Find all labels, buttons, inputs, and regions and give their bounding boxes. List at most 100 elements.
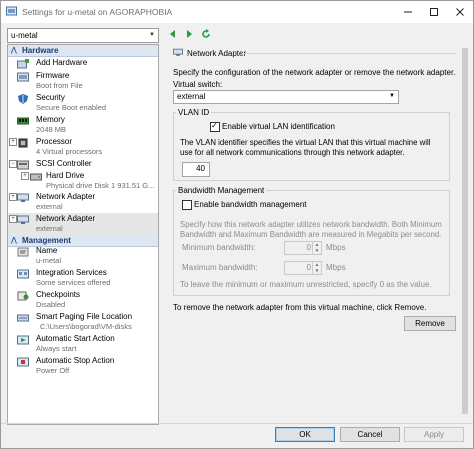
vlan-id-value: 40 [196,164,205,173]
vlan-id-input[interactable]: 40 [182,162,210,177]
sidebar-item-sublabel: external [36,224,63,233]
expand-toggle-icon[interactable]: + [9,215,17,223]
sidebar-item-security[interactable]: Security Secure Boot enabled [8,92,158,114]
network-adapter-panel: Network Adapter Specify the configuratio… [166,44,459,423]
hardware-section-header[interactable]: ⋀ Hardware [8,45,158,57]
sidebar-item-checkpoints[interactable]: Checkpoints Disabled [8,289,158,311]
stop-action-icon [17,357,29,367]
enable-bandwidth-label: Enable bandwidth management [194,200,307,209]
hyperv-settings-icon [6,6,17,16]
expand-toggle-icon[interactable]: + [9,138,17,146]
back-button[interactable] [166,27,180,41]
max-bandwidth-unit: Mbps [326,263,346,272]
sidebar-item-label: Processor [36,137,73,146]
window-title: Settings for u-metal on AGORAPHOBIA [22,7,173,17]
forward-button[interactable] [182,27,196,41]
sidebar-item-sublabel: Always start [36,344,77,353]
remove-button[interactable]: Remove [404,316,456,331]
hard-drive-icon [30,173,42,181]
chevron-down-icon: ▼ [389,93,395,99]
minimize-button[interactable] [395,1,421,23]
processor-icon [18,138,28,148]
sidebar-item-sublabel: Physical drive Disk 1 931.51 G... [46,181,155,190]
right-pane-scrollbar[interactable] [460,44,470,423]
sidebar-item-sublabel: external [36,202,63,211]
apply-button[interactable]: Apply [404,427,464,442]
firmware-icon [17,72,29,82]
sidebar-item-label: SCSI Controller [36,159,92,168]
add-hardware-icon [17,59,29,69]
vlan-legend: VLAN ID [176,108,212,117]
collapse-chevron-icon: ⋀ [11,237,17,244]
refresh-icon [202,29,210,38]
sidebar-item-label: Add Hardware [36,58,88,67]
expand-toggle-icon[interactable]: + [21,172,29,180]
settings-tree: ⋀ Hardware Add Hardware Firmware Boot fr… [7,44,159,425]
vm-selector-value: u-metal [11,31,38,40]
network-adapter-icon [173,48,183,56]
spin-down-icon[interactable]: ▼ [312,248,321,254]
min-bandwidth-value: 0 [306,243,311,252]
max-bandwidth-input[interactable]: 0 ▲ ▼ [284,261,322,275]
max-bandwidth-value: 0 [306,263,311,272]
virtual-switch-select[interactable]: external ▼ [173,90,399,104]
collapse-toggle-icon[interactable]: − [9,160,17,168]
spin-down-icon[interactable]: ▼ [312,268,321,274]
sidebar-item-firmware[interactable]: Firmware Boot from File [8,70,158,92]
sidebar-item-smart-paging[interactable]: Smart Paging File Location C:\Users\bogo… [8,311,158,333]
minimize-icon [404,11,412,13]
close-button[interactable] [447,1,473,23]
vm-selector[interactable]: u-metal ▼ [7,28,159,43]
sidebar-item-name[interactable]: Name u-metal [8,245,158,267]
bandwidth-note: To leave the minimum or maximum unrestri… [180,280,432,289]
ok-button[interactable]: OK [275,427,335,442]
min-bandwidth-input[interactable]: 0 ▲ ▼ [284,241,322,255]
network-adapter-icon [17,215,29,224]
sidebar-item-hard-drive[interactable]: + Hard Drive Physical drive Disk 1 931.5… [8,170,158,192]
scrollbar-thumb[interactable] [462,48,468,414]
virtual-switch-value: external [177,92,206,101]
collapse-chevron-icon: ⋀ [11,47,17,54]
sidebar-item-label: Firmware [36,71,70,80]
management-header-label: Management [22,236,71,245]
sidebar-item-sublabel: Some services offered [36,278,111,287]
sidebar-item-sublabel: C:\Users\bogorad\VM-disks [40,322,132,331]
hardware-header-label: Hardware [22,46,59,55]
sidebar-item-integration-services[interactable]: Integration Services Some services offer… [8,267,158,289]
enable-vlan-label: Enable virtual LAN identification [222,122,335,131]
sidebar-item-sublabel: u-metal [36,256,62,265]
sidebar-item-label: Smart Paging File Location [36,312,133,321]
sidebar-item-label: Automatic Start Action [36,334,115,343]
min-bandwidth-unit: Mbps [326,243,346,252]
chevron-down-icon: ▼ [149,32,155,38]
sidebar-item-processor[interactable]: + Processor 4 Virtual processors [8,136,158,158]
sidebar-item-network-adapter-2[interactable]: + Network Adapter external [8,213,158,235]
scsi-controller-icon [17,160,29,170]
enable-vlan-checkbox[interactable] [210,121,220,132]
sidebar-item-sublabel: 2048 MB [36,125,67,134]
maximize-button[interactable] [421,1,447,23]
sidebar-item-auto-start[interactable]: Automatic Start Action Always start [8,333,158,355]
checkpoints-icon [17,291,29,301]
enable-bandwidth-checkbox[interactable] [182,200,192,210]
bandwidth-help-text: Specify how this network adapter utilize… [180,220,442,239]
sidebar-item-sublabel: Boot from File [36,81,83,90]
settings-window: Settings for u-metal on AGORAPHOBIA u-me… [0,0,474,449]
sidebar-item-label: Network Adapter [36,192,96,201]
network-adapter-icon [17,193,29,202]
sidebar-item-network-adapter-1[interactable]: + Network Adapter external [8,191,158,213]
max-bandwidth-label: Maximum bandwidth: [182,263,258,272]
sidebar-item-sublabel: Secure Boot enabled [36,103,107,112]
sidebar-item-memory[interactable]: Memory 2048 MB [8,114,158,136]
remove-instructions: To remove the network adapter from this … [173,303,427,312]
sidebar-item-sublabel: Power Off [36,366,70,375]
footer-divider [1,423,473,424]
expand-toggle-icon[interactable]: + [9,193,17,201]
virtual-switch-label: Virtual switch: [173,80,223,89]
sidebar-item-sublabel: 4 Virtual processors [36,147,103,156]
title-bar[interactable]: Settings for u-metal on AGORAPHOBIA [1,1,473,23]
cancel-button[interactable]: Cancel [340,427,400,442]
refresh-button[interactable] [199,27,213,41]
sidebar-item-auto-stop[interactable]: Automatic Stop Action Power Off [8,355,158,377]
back-arrow-icon [170,30,175,38]
